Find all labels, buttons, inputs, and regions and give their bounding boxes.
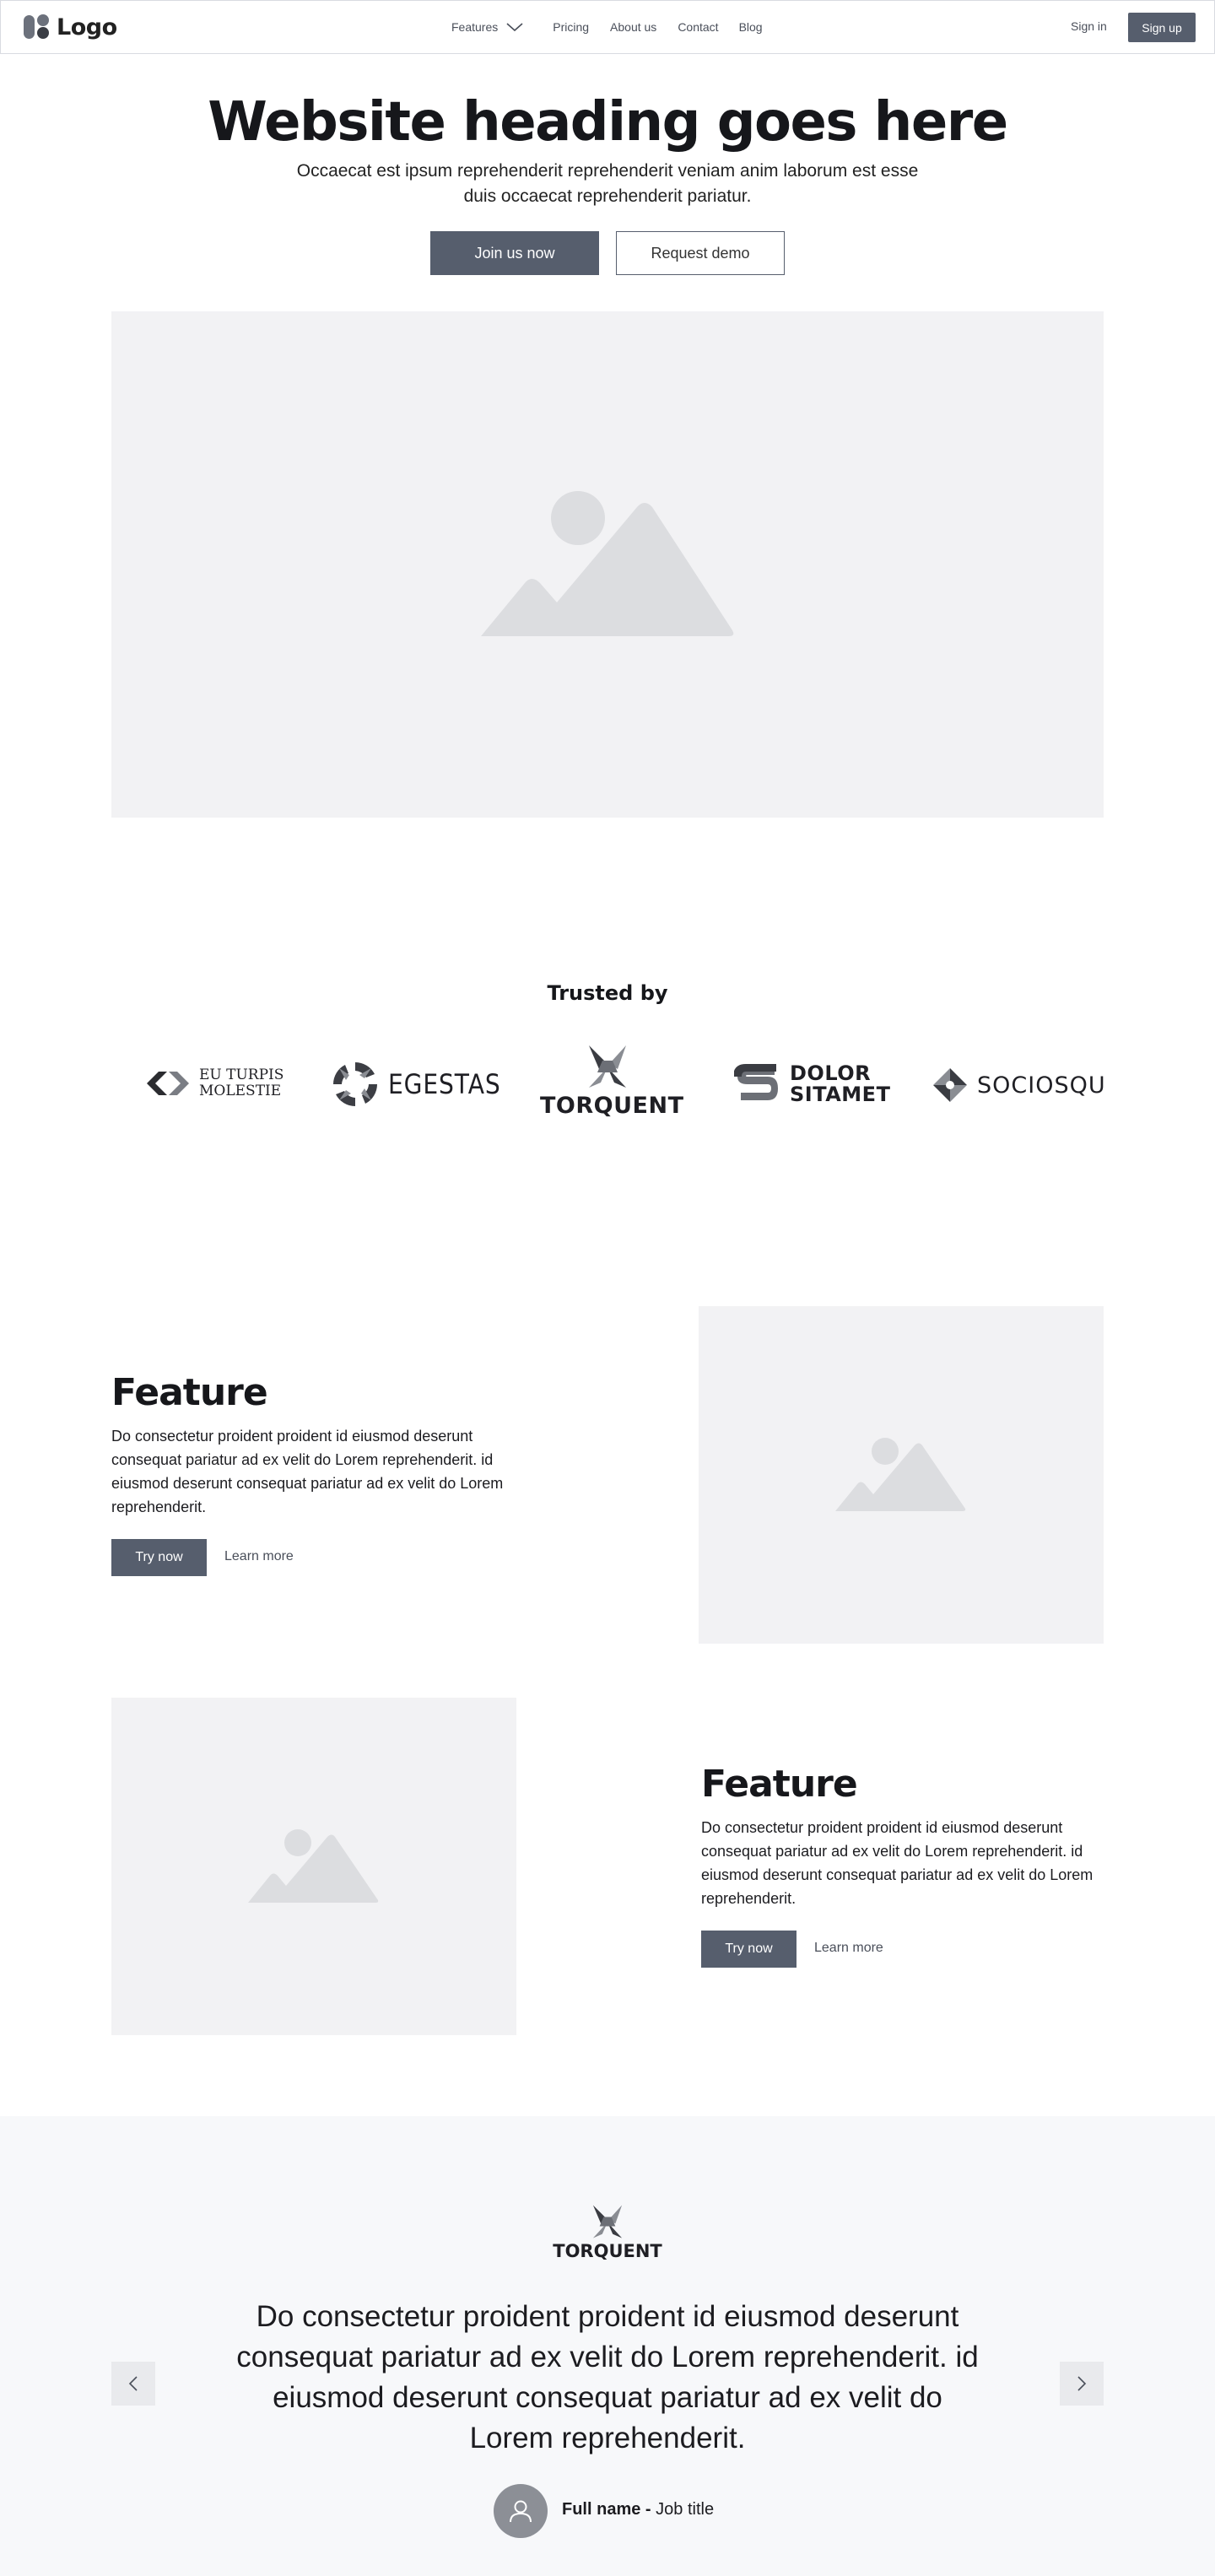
- nav-item-about-us[interactable]: About us: [610, 20, 656, 34]
- try-now-button[interactable]: Try now: [701, 1931, 796, 1968]
- testimonial-author: Full name - Job title: [562, 2500, 714, 2519]
- brand-logo-dolor-sitamet: DOLOR SITAMET: [734, 1063, 890, 1105]
- testimonial-quote: Do consectetur proident proident id eius…: [236, 2300, 979, 2454]
- brand-text: TORQUENT: [540, 1093, 684, 1119]
- brand-logo-egestas: EGESTAS: [331, 1060, 516, 1109]
- learn-more-link[interactable]: Learn more: [814, 1941, 883, 1956]
- logo-mark-icon: [24, 14, 49, 39]
- nav-links: Features Pricing About us Contact Blog: [451, 1, 763, 53]
- join-us-button[interactable]: Join us now: [430, 231, 599, 275]
- image-placeholder-icon: [835, 1438, 966, 1511]
- sign-up-button[interactable]: Sign up: [1128, 13, 1196, 42]
- try-now-button[interactable]: Try now: [111, 1539, 207, 1576]
- next-button[interactable]: [1060, 2362, 1104, 2406]
- feature-title: Feature: [111, 1371, 268, 1414]
- previous-button[interactable]: [111, 2362, 155, 2406]
- torquent-mark-icon: [589, 1045, 626, 1088]
- user-icon: [510, 2500, 532, 2523]
- request-demo-button[interactable]: Request demo: [616, 231, 785, 275]
- egestas-mark-icon: [333, 1062, 377, 1106]
- author-name: Full name -: [562, 2500, 651, 2519]
- brand-text: EU TURPIS: [199, 1067, 284, 1083]
- image-placeholder-icon: [481, 491, 734, 636]
- brand-logo-torquent: TORQUENT: [540, 1044, 684, 1119]
- hero-subtitle: Occaecat est ipsum reprehenderit reprehe…: [296, 161, 919, 206]
- eu-turpis-mark-icon: [147, 1072, 189, 1095]
- image-placeholder-icon: [248, 1829, 379, 1903]
- brand-text: TORQUENT: [553, 2241, 662, 2261]
- brand-text: EGESTAS: [388, 1068, 501, 1100]
- brand-logo-eu-turpis: EU TURPIS MOLESTIE: [145, 1065, 284, 1102]
- feature-description: Do consectetur proident proident id eius…: [701, 1819, 1094, 1907]
- logo-text: Logo: [57, 14, 117, 41]
- chevron-down-icon: [506, 23, 523, 32]
- nav-item-pricing[interactable]: Pricing: [553, 20, 589, 34]
- nav-item-contact[interactable]: Contact: [678, 20, 718, 34]
- feature-image: [111, 1698, 516, 2035]
- nav-item-label: Features: [451, 20, 499, 34]
- dolor-sitamet-mark-icon: [734, 1064, 778, 1100]
- brand-text: MOLESTIE: [199, 1083, 282, 1099]
- learn-more-link[interactable]: Learn more: [224, 1549, 294, 1564]
- hero-image: [111, 311, 1104, 818]
- top-nav: Logo Features Pricing About us Contact B…: [0, 0, 1215, 54]
- brand-logo-sociosqu: SOCIOSQU: [932, 1067, 1106, 1104]
- torquent-mark-icon: [592, 2205, 623, 2238]
- nav-item-features[interactable]: Features: [451, 20, 523, 34]
- feature-title: Feature: [701, 1763, 858, 1806]
- chevron-right-icon: [1077, 2376, 1087, 2391]
- feature-description: Do consectetur proident proident id eius…: [111, 1428, 504, 1515]
- sign-in-link[interactable]: Sign in: [1071, 19, 1107, 33]
- testimonial-brand-logo: TORQUENT: [540, 2204, 675, 2261]
- avatar: [494, 2484, 548, 2538]
- author-job-title: Job title: [656, 2500, 715, 2519]
- trusted-by-title: Trusted by: [547, 981, 668, 1005]
- feature-image: [699, 1306, 1104, 1644]
- brand-text: SITAMET: [790, 1083, 891, 1106]
- chevron-left-icon: [128, 2376, 138, 2391]
- logo[interactable]: Logo: [23, 13, 117, 41]
- brand-text: SOCIOSQU: [977, 1072, 1106, 1099]
- brand-text: DOLOR: [790, 1061, 872, 1085]
- hero-title: Website heading goes here: [208, 91, 1008, 154]
- nav-item-blog[interactable]: Blog: [739, 20, 763, 34]
- sociosqu-mark-icon: [933, 1068, 967, 1102]
